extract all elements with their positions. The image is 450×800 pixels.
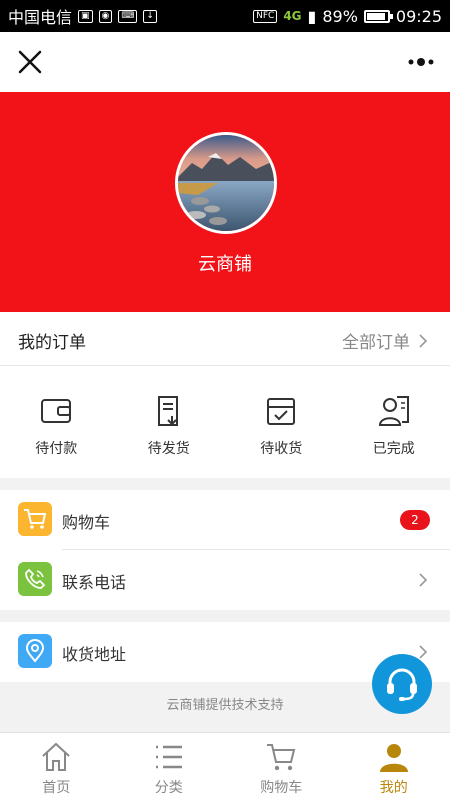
tab-mine-label: 我的 xyxy=(379,780,408,796)
all-orders-label: 全部订单 xyxy=(342,333,410,353)
close-icon[interactable] xyxy=(16,48,44,76)
chevron-right-icon xyxy=(419,333,428,348)
cart-icon xyxy=(18,502,52,536)
order-pending-receipt-label: 待收货 xyxy=(260,441,303,457)
menu-item-cart-label: 购物车 xyxy=(62,513,111,532)
home-icon xyxy=(42,742,70,771)
cart-count-badge: 2 xyxy=(400,510,430,530)
menu-item-cart[interactable]: 购物车 2 xyxy=(0,490,450,550)
signal-icon: ▮ xyxy=(307,6,317,26)
menu-item-phone-label: 联系电话 xyxy=(62,573,127,592)
shop-avatar[interactable] xyxy=(175,132,277,234)
battery-icon xyxy=(363,9,393,23)
order-pending-payment[interactable]: 待付款 xyxy=(0,366,113,478)
my-orders-header: 我的订单 全部订单 xyxy=(0,312,450,366)
tab-mine[interactable]: 我的 xyxy=(338,733,450,800)
tab-category[interactable]: 分类 xyxy=(113,733,226,800)
battery-percent: 89% xyxy=(322,6,358,26)
menu-item-address-label: 收货地址 xyxy=(62,645,127,664)
tab-cart[interactable]: 购物车 xyxy=(225,733,338,800)
order-status-grid: 待付款 待发货 待收货 已完成 xyxy=(0,366,450,478)
carrier-label: 中国电信 xyxy=(8,8,73,27)
list-icon xyxy=(155,745,182,769)
chevron-right-icon xyxy=(419,573,428,587)
user-icon xyxy=(379,744,408,772)
download-icon: ↓ xyxy=(143,9,157,23)
tab-cart-label: 购物车 xyxy=(260,780,303,796)
keyboard-icon: ⌨ xyxy=(118,9,138,23)
top-bar xyxy=(0,32,450,92)
tab-category-label: 分类 xyxy=(154,780,183,796)
app-notification-icon: ◉ xyxy=(98,9,113,23)
order-completed-label: 已完成 xyxy=(372,441,415,457)
phone-icon xyxy=(18,562,52,596)
tab-home[interactable]: 首页 xyxy=(0,733,113,800)
more-icon[interactable] xyxy=(406,50,436,74)
network-label: 4G xyxy=(283,9,302,23)
order-completed[interactable]: 已完成 xyxy=(338,366,450,478)
clock: 09:25 xyxy=(395,6,442,26)
cart-icon xyxy=(267,744,296,771)
menu-group-primary: 购物车 2 联系电话 xyxy=(0,490,450,610)
inbox-check-icon xyxy=(267,398,296,425)
order-pending-receipt[interactable]: 待收货 xyxy=(225,366,338,478)
notification-icon: ▣ xyxy=(78,9,93,23)
order-pending-shipment-label: 待发货 xyxy=(147,441,190,457)
order-pending-payment-label: 待付款 xyxy=(35,441,78,457)
my-orders-title: 我的订单 xyxy=(18,333,86,353)
user-doc-icon xyxy=(378,396,409,426)
chevron-right-icon xyxy=(419,645,428,659)
bottom-tab-bar: 首页 分类 购物车 我的 xyxy=(0,732,450,800)
status-bar: 中国电信 ▣ ◉ ⌨ ↓ NFC 4G ▮ 89% 09:25 xyxy=(0,0,450,32)
shipping-doc-icon xyxy=(157,396,178,426)
profile-header: 云商铺 xyxy=(0,92,450,312)
tab-home-label: 首页 xyxy=(42,780,71,796)
nfc-icon: NFC xyxy=(253,9,278,23)
customer-service-button[interactable] xyxy=(372,654,432,714)
all-orders-link[interactable]: 全部订单 xyxy=(342,328,428,353)
headset-icon xyxy=(387,668,417,701)
wallet-icon xyxy=(41,399,72,423)
shop-name: 云商铺 xyxy=(198,254,252,275)
location-icon xyxy=(18,634,52,668)
order-pending-shipment[interactable]: 待发货 xyxy=(113,366,226,478)
menu-item-phone[interactable]: 联系电话 xyxy=(0,550,450,610)
